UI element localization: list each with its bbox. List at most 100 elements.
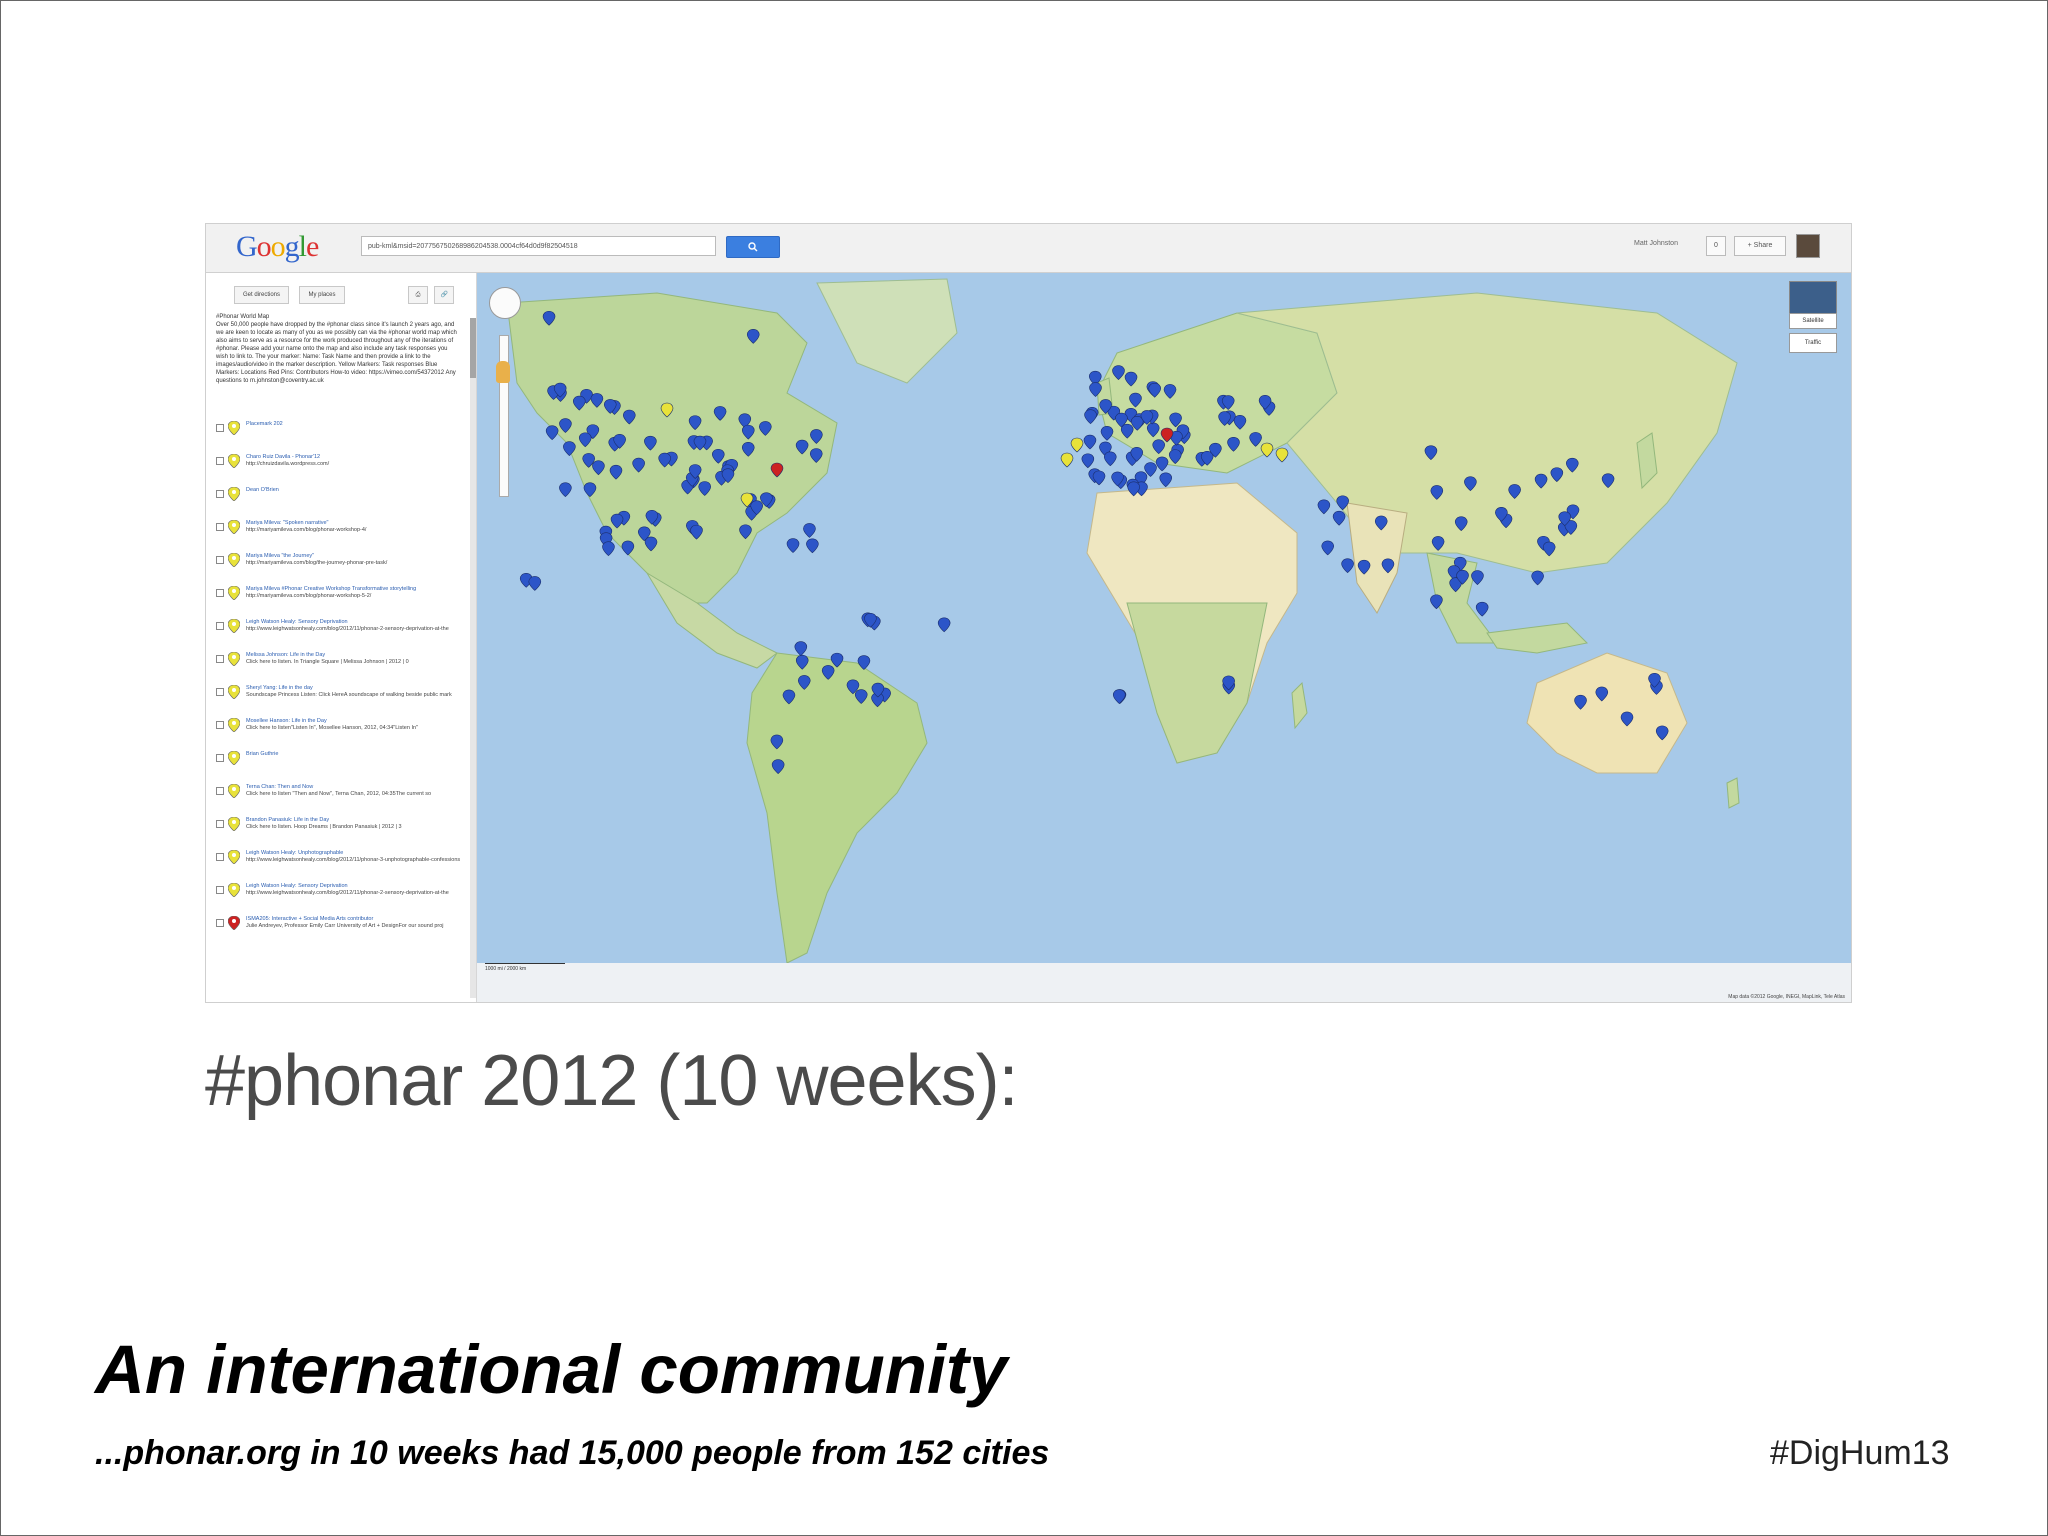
- list-item[interactable]: Brian Guthrie: [216, 751, 461, 784]
- checkbox[interactable]: [216, 457, 224, 465]
- marker-pin-icon: [228, 454, 240, 468]
- list-item[interactable]: Sheryl Yang: Life in the day Soundscape P…: [216, 685, 461, 718]
- marker-pin-icon: [228, 817, 240, 831]
- checkbox[interactable]: [216, 919, 224, 927]
- description-text: Over 50,000 people have dropped by the #…: [216, 322, 457, 384]
- user-name[interactable]: Matt Johnston: [1634, 240, 1678, 247]
- list-item[interactable]: Mariya Mileva: "Spoken narrative" http://…: [216, 520, 461, 553]
- slide-subtitle: ...phonar.org in 10 weeks had 15,000 peo…: [95, 1434, 1050, 1472]
- list-item-text: Click here to listen"Listen In", Moselle…: [246, 725, 418, 731]
- list-item-title[interactable]: Charo Ruiz Davila - Phonar'12: [246, 454, 461, 461]
- list-item[interactable]: Mariya Mileva "the Journey" http://mariya…: [216, 553, 461, 586]
- checkbox[interactable]: [216, 787, 224, 795]
- scrollbar-thumb[interactable]: [470, 318, 476, 378]
- list-item-title[interactable]: Leigh Watson Healy: Sensory Deprivation: [246, 883, 461, 890]
- faded-caption: ​: [1340, 160, 1860, 200]
- list-item-text: Click here to listen "Then and Now", Ter…: [246, 791, 432, 797]
- list-item-title[interactable]: Sheryl Yang: Life in the day: [246, 685, 461, 692]
- checkbox[interactable]: [216, 622, 224, 630]
- marker-pin-icon: [228, 520, 240, 534]
- checkbox[interactable]: [216, 655, 224, 663]
- link-icon[interactable]: 🔗: [434, 286, 455, 304]
- checkbox[interactable]: [216, 886, 224, 894]
- list-item[interactable]: ISMA205: Interactive + Social Media Arts…: [216, 916, 461, 949]
- street-view-pegman-icon[interactable]: [496, 361, 510, 383]
- marker-pin-icon: [228, 487, 240, 501]
- my-places-button[interactable]: My places: [299, 286, 345, 304]
- avatar[interactable]: [1796, 234, 1820, 258]
- list-item-text: http://mariyamileva.com/blog/phonar-work…: [246, 527, 367, 533]
- get-directions-button[interactable]: Get directions: [234, 286, 290, 304]
- list-item-title[interactable]: Placemark 202: [246, 421, 461, 428]
- list-item[interactable]: Charo Ruiz Davila - Phonar'12 http://chru…: [216, 454, 461, 487]
- list-item-text: http://www.leighwatsonhealy.com/blog/201…: [246, 626, 449, 632]
- panel-buttons: Get directions My places: [234, 283, 351, 304]
- print-icon[interactable]: ⎙: [408, 286, 428, 304]
- list-item-text: http://www.leighwatsonhealy.com/blog/201…: [246, 890, 449, 896]
- placemark-list: Placemark 202 Charo Ruiz Davila - Phonar'…: [216, 421, 461, 949]
- satellite-button[interactable]: Satellite: [1789, 313, 1837, 329]
- list-item-title[interactable]: Leigh Watson Healy: Sensory Deprivation: [246, 619, 461, 626]
- marker-pin-icon: [228, 553, 240, 567]
- list-item-text: Soundscape Princess Listen: Click HereA …: [246, 692, 452, 698]
- maps-screenshot: Google pub-kml&msid=20775675026898620453…: [205, 223, 1852, 1003]
- search-button[interactable]: [726, 236, 780, 258]
- map-title: #Phonar World Map: [216, 314, 270, 320]
- search-input[interactable]: pub-kml&msid=207756750268986204538.0004c…: [361, 236, 716, 256]
- list-item[interactable]: Placemark 202: [216, 421, 461, 454]
- list-item-title[interactable]: Mariya Mileva: "Spoken narrative": [246, 520, 461, 527]
- map-canvas: [477, 273, 1851, 1002]
- list-item-title[interactable]: ISMA205: Interactive + Social Media Arts…: [246, 916, 461, 923]
- list-item[interactable]: Brandon Panasiuk: Life in the Day Click h…: [216, 817, 461, 850]
- list-item[interactable]: Leigh Watson Healy: Sensory Deprivation h…: [216, 883, 461, 916]
- marker-pin-icon: [228, 751, 240, 765]
- checkbox[interactable]: [216, 556, 224, 564]
- scrollbar-track[interactable]: [470, 318, 476, 998]
- checkbox[interactable]: [216, 820, 224, 828]
- checkbox[interactable]: [216, 589, 224, 597]
- list-item-title[interactable]: Leigh Watson Healy: Unphotographable: [246, 850, 461, 857]
- list-item-title[interactable]: Terna Chan: Then and Now: [246, 784, 461, 791]
- list-item-title[interactable]: Melissa Johnson: Life in the Day: [246, 652, 461, 659]
- zoom-slider[interactable]: [499, 335, 509, 497]
- list-item-title[interactable]: Mosellee Hanson: Life in the Day: [246, 718, 461, 725]
- list-item[interactable]: Dean O'Brien: [216, 487, 461, 520]
- world-map[interactable]: Satellite Traffic 1000 mi / 2000 km Map …: [477, 273, 1851, 1002]
- list-item[interactable]: Mosellee Hanson: Life in the Day Click he…: [216, 718, 461, 751]
- checkbox[interactable]: [216, 523, 224, 531]
- share-button[interactable]: + Share: [1734, 236, 1786, 256]
- list-item[interactable]: Melissa Johnson: Life in the Day Click he…: [216, 652, 461, 685]
- list-item-title[interactable]: Brandon Panasiuk: Life in the Day: [246, 817, 461, 824]
- checkbox[interactable]: [216, 853, 224, 861]
- marker-pin-icon: [228, 586, 240, 600]
- list-item-title[interactable]: Mariya Mileva "the Journey": [246, 553, 461, 560]
- checkbox[interactable]: [216, 490, 224, 498]
- notification-count[interactable]: 0: [1706, 236, 1726, 256]
- traffic-button[interactable]: Traffic: [1789, 333, 1837, 353]
- checkbox[interactable]: [216, 754, 224, 762]
- list-item-title[interactable]: Mariya Mileva #Phonar Creative Workshop …: [246, 586, 461, 593]
- list-item[interactable]: Terna Chan: Then and Now Click here to li…: [216, 784, 461, 817]
- checkbox[interactable]: [216, 424, 224, 432]
- list-item-title[interactable]: Brian Guthrie: [246, 751, 461, 758]
- list-item[interactable]: Leigh Watson Healy: Sensory Deprivation h…: [216, 619, 461, 652]
- google-logo[interactable]: Google: [236, 230, 319, 264]
- marker-pin-icon: [228, 883, 240, 897]
- screenshot-caption: #phonar 2012 (10 weeks):: [205, 1041, 1019, 1121]
- list-item[interactable]: Leigh Watson Healy: Unphotographable http…: [216, 850, 461, 883]
- marker-pin-icon: [228, 718, 240, 732]
- marker-pin-icon: [228, 784, 240, 798]
- list-item[interactable]: Mariya Mileva #Phonar Creative Workshop …: [216, 586, 461, 619]
- checkbox[interactable]: [216, 688, 224, 696]
- pan-control[interactable]: [489, 287, 521, 319]
- marker-pin-icon: [228, 685, 240, 699]
- list-item-text: Click here to listen. In Triangle Square…: [246, 659, 409, 665]
- hashtag: #DigHum13: [1770, 1434, 1950, 1472]
- checkbox[interactable]: [216, 721, 224, 729]
- list-item-text: Julie Andreyev, Professor Emily Carr Uni…: [246, 923, 444, 929]
- list-item-text: http://mariyamileva.com/blog/the-journey…: [246, 560, 388, 566]
- list-item-title[interactable]: Dean O'Brien: [246, 487, 461, 494]
- slide-title: An international community: [95, 1331, 1008, 1408]
- list-item-text: http://www.leighwatsonhealy.com/blog/201…: [246, 857, 461, 863]
- marker-pin-icon: [228, 916, 240, 930]
